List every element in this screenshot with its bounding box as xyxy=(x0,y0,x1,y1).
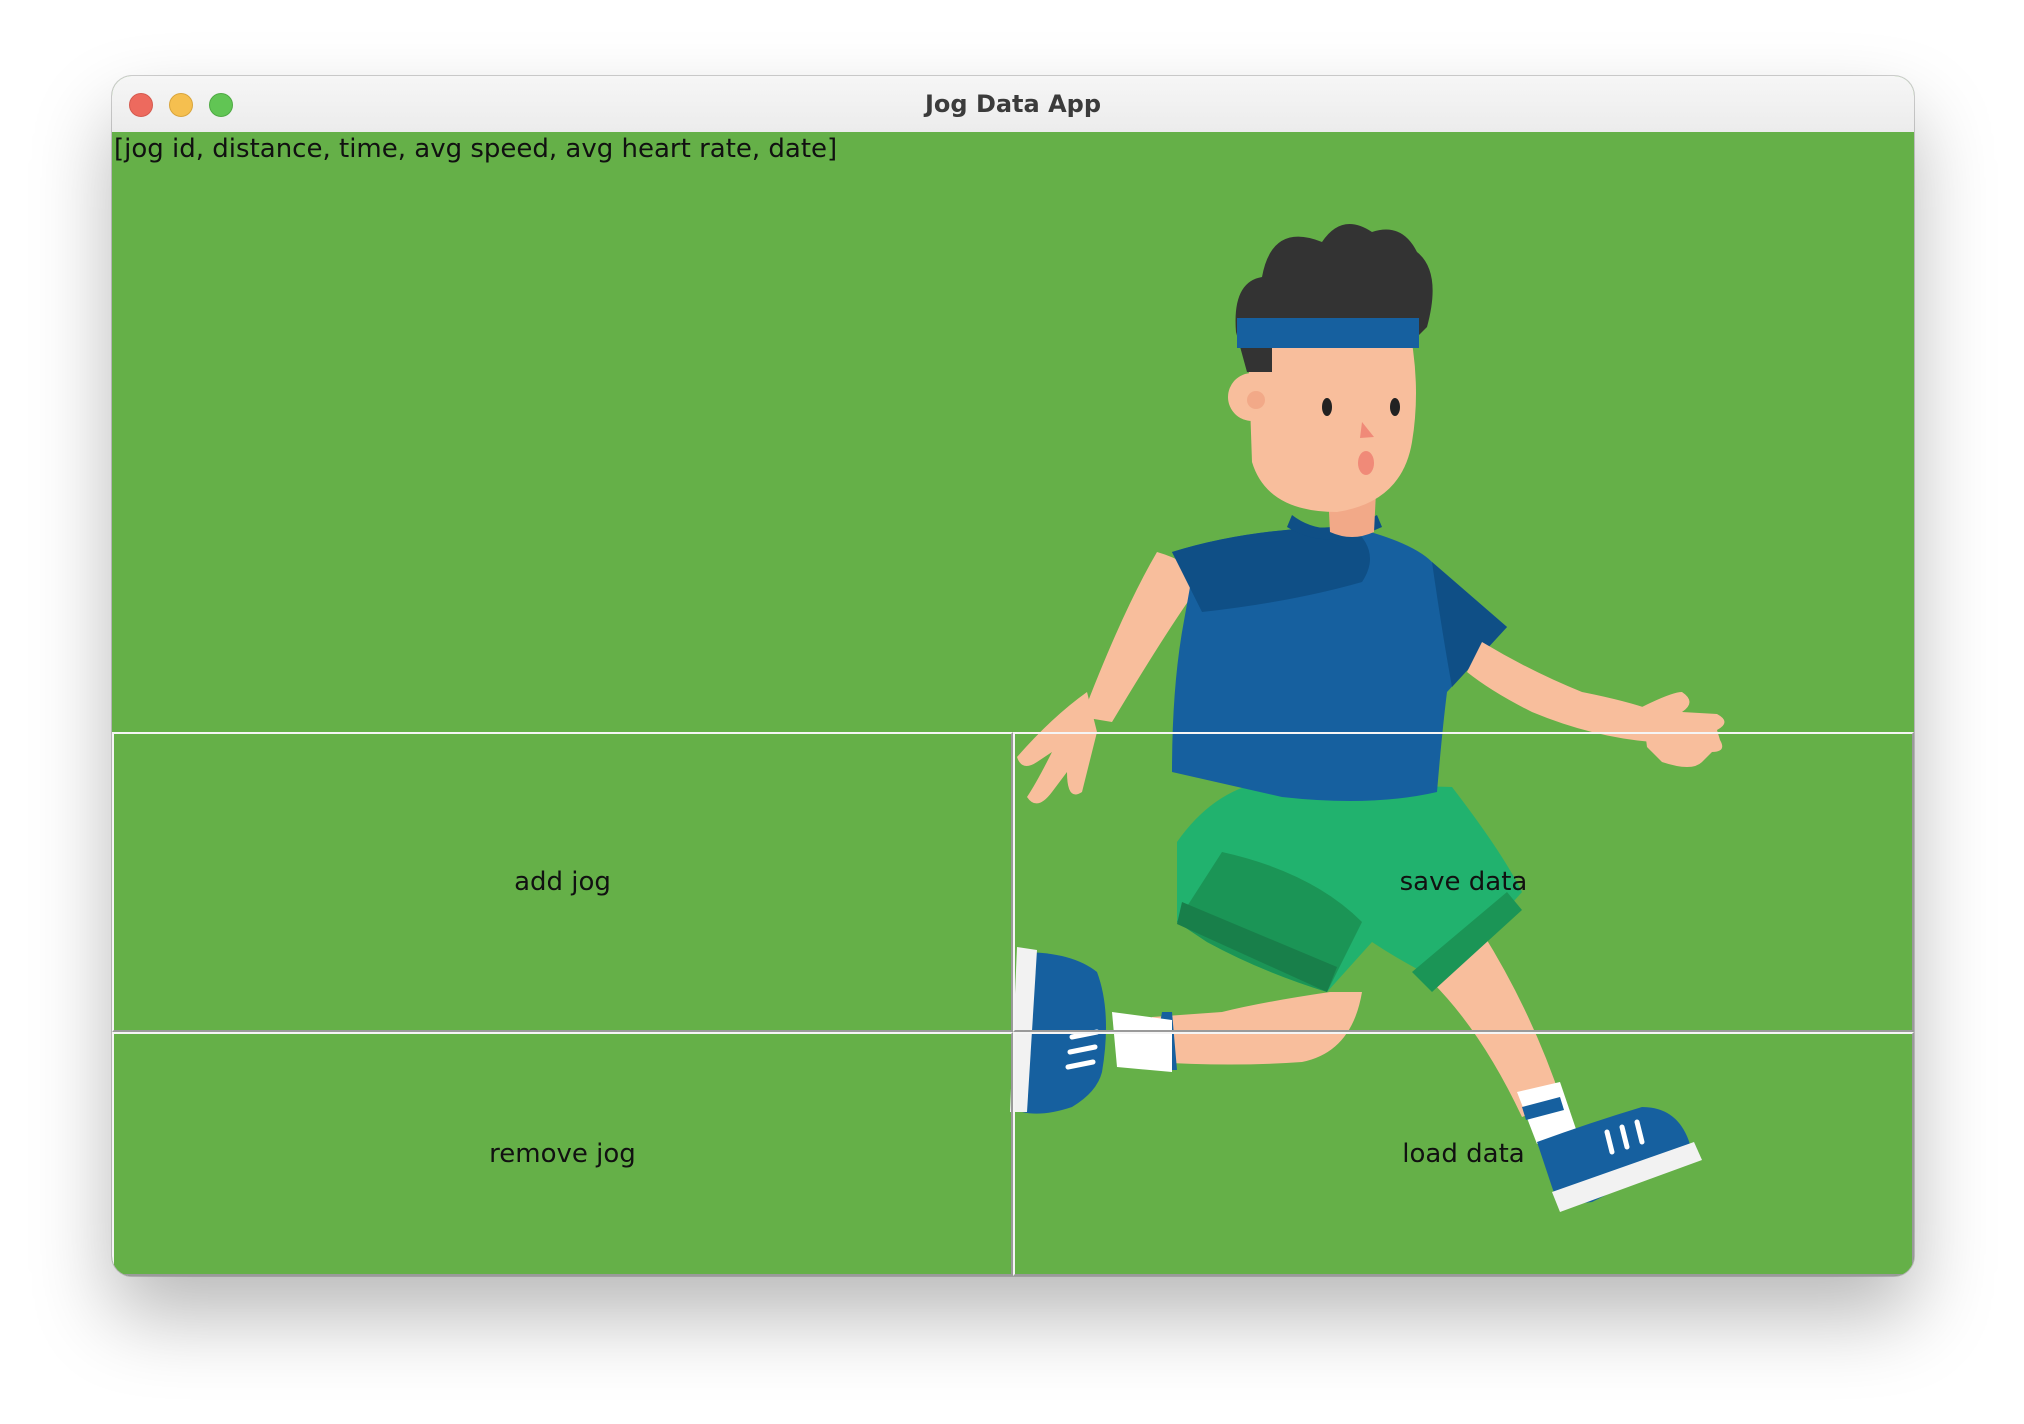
title-bar: Jog Data App xyxy=(112,76,1914,133)
save-data-label: save data xyxy=(1399,867,1528,897)
add-jog-label: add jog xyxy=(514,867,611,897)
content-area: [jog id, distance, time, avg speed, avg … xyxy=(112,132,1914,1276)
app-window: Jog Data App [jog id, distance, time, av… xyxy=(112,76,1914,1276)
save-data-button[interactable]: save data xyxy=(1013,732,1914,1032)
add-jog-button[interactable]: add jog xyxy=(112,732,1013,1032)
remove-jog-label: remove jog xyxy=(489,1139,636,1169)
remove-jog-button[interactable]: remove jog xyxy=(112,1032,1013,1276)
load-data-button[interactable]: load data xyxy=(1013,1032,1914,1276)
jog-list-header[interactable]: [jog id, distance, time, avg speed, avg … xyxy=(114,134,837,164)
load-data-label: load data xyxy=(1402,1139,1525,1169)
window-title: Jog Data App xyxy=(924,90,1102,118)
